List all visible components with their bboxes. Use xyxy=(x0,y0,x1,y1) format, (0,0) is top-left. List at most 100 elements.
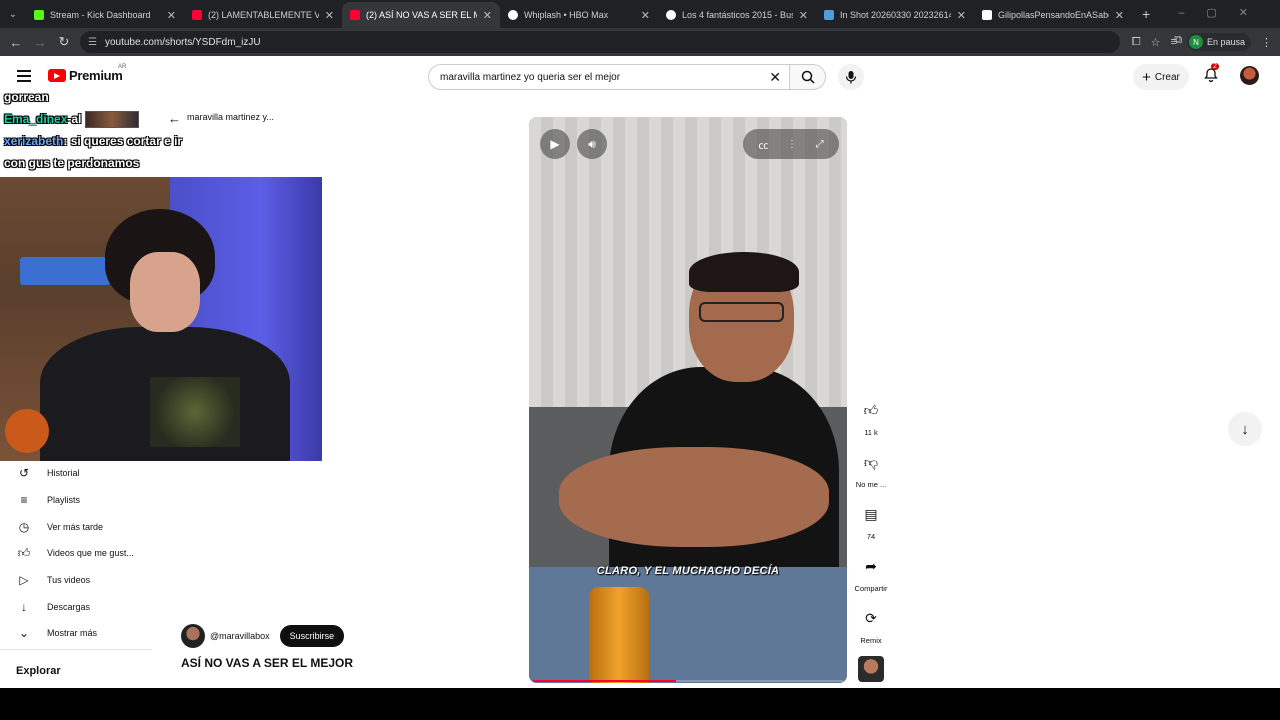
chat-line: xerizabeth: si queres cortar e ir xyxy=(4,134,183,148)
site-info-icon[interactable]: ☰ xyxy=(88,37,97,48)
chat-username: Ema_dinex xyxy=(4,112,68,126)
dislike-button[interactable]: 👎︎ No me ... xyxy=(852,450,890,502)
browser-tab[interactable]: Los 4 fantásticos 2015 - Buscar✕ xyxy=(658,2,816,28)
streamer-webcam-overlay xyxy=(0,177,322,461)
close-tab-icon[interactable]: ✕ xyxy=(799,9,808,22)
chat-username: xerizabeth xyxy=(4,134,64,148)
channel-avatar[interactable] xyxy=(181,624,205,648)
voice-search-button[interactable] xyxy=(838,64,864,90)
comments-button[interactable]: ▤ 74 xyxy=(852,502,890,554)
clock-icon: ◷ xyxy=(18,519,30,534)
back-arrow-icon[interactable]: ← xyxy=(168,111,181,126)
clear-search-icon[interactable]: ✕ xyxy=(769,69,781,86)
create-button[interactable]: + Crear xyxy=(1133,64,1189,90)
short-title[interactable]: ASÍ NO VAS A SER EL MEJOR xyxy=(181,656,353,670)
browser-tab[interactable]: GilipollasPensandoEnASaberQu✕ xyxy=(974,2,1132,28)
new-tab-icon[interactable]: + xyxy=(1142,6,1150,22)
extensions-icon[interactable]: ⧠ xyxy=(1132,36,1141,49)
youtube-play-logo-icon xyxy=(48,69,66,82)
sidebar-item-playlists[interactable]: ≡ Playlists xyxy=(0,487,155,514)
volume-icon: 🔊︎ xyxy=(588,136,596,151)
search-input[interactable]: maravilla martinez yo queria ser el mejo… xyxy=(428,64,790,90)
search-query: maravilla martinez yo queria ser el mejo… xyxy=(440,71,621,83)
chat-emote xyxy=(84,111,139,129)
audio-source-thumbnail[interactable] xyxy=(858,656,884,682)
video-progress-bar[interactable] xyxy=(533,680,843,682)
shorts-video-player[interactable]: ▶ 🔊︎ ㏄ ⋮ ⤢ CLARO, Y EL MUCHACHO DECÍA xyxy=(529,117,847,683)
close-tab-icon[interactable]: ✕ xyxy=(483,9,492,22)
fullscreen-icon[interactable]: ⤢ xyxy=(816,139,824,150)
history-icon: ↺ xyxy=(18,466,30,481)
sidebar-nav: ↺ Historial ≡ Playlists ◷ Ver más tarde 👍︎ V… xyxy=(0,460,155,647)
chat-line: gorrean xyxy=(4,90,49,104)
thumbs-down-icon: 👎︎ xyxy=(863,453,879,470)
remix-label: Remix xyxy=(860,636,882,645)
sidebar-item-videos-que-me-gustan[interactable]: 👍︎ Videos que me gust... xyxy=(0,540,155,567)
youtube-page: Premium AR maravilla martinez yo queria … xyxy=(0,56,1280,688)
sidebar-divider xyxy=(0,649,152,650)
country-code: AR xyxy=(118,64,127,70)
close-tab-icon[interactable]: ✕ xyxy=(957,9,966,22)
browser-tab[interactable]: Whiplash • HBO Max ✕ xyxy=(500,2,658,28)
hamburger-menu-icon[interactable] xyxy=(17,70,31,82)
channel-handle[interactable]: @maravillabox xyxy=(210,631,270,641)
share-button[interactable]: ➦ Compartir xyxy=(852,554,890,606)
subscribe-button[interactable]: Suscribirse xyxy=(279,625,345,647)
browser-tab-active[interactable]: (2) ASÍ NO VAS A SER EL MEJOR✕ xyxy=(342,2,500,28)
image-favicon-icon xyxy=(824,10,834,20)
play-button[interactable]: ▶ xyxy=(540,129,570,159)
like-button[interactable]: 👍︎ 11 k xyxy=(852,398,890,450)
youtube-premium-logo[interactable]: Premium AR xyxy=(48,64,126,83)
captions-icon[interactable]: ㏄ xyxy=(758,137,768,152)
download-icon: ↓ xyxy=(21,599,27,614)
close-tab-icon[interactable]: ✕ xyxy=(1115,9,1124,22)
close-tab-icon[interactable]: ✕ xyxy=(325,9,334,22)
thumbs-up-icon: 👍︎ xyxy=(17,545,31,560)
search-button[interactable] xyxy=(790,64,826,90)
tab-search-chevron-icon[interactable]: ⌄ xyxy=(0,0,26,28)
next-short-button[interactable]: ↓ xyxy=(1228,412,1262,446)
dislike-label: No me ... xyxy=(855,480,887,489)
sidebar-item-ver-mas-tarde[interactable]: ◷ Ver más tarde xyxy=(0,513,155,540)
shorts-action-rail: 👍︎ 11 k 👎︎ No me ... ▤ 74 ➦ Compartir ⟳ Remix xyxy=(852,398,890,658)
thumbs-up-icon: 👍︎ xyxy=(863,401,879,418)
sidebar-item-mostrar-mas[interactable]: ⌄ Mostrar más xyxy=(0,620,155,647)
video-icon: ▷ xyxy=(19,573,29,588)
comment-icon: ▤ xyxy=(864,505,878,522)
bookmarks-icon[interactable]: ☆ xyxy=(1151,36,1161,49)
back-search-title[interactable]: maravilla martinez y... xyxy=(187,112,274,122)
sidebar-item-descargas[interactable]: ↓ Descargas xyxy=(0,593,155,620)
window-controls[interactable]: –▢✕ xyxy=(1178,6,1270,19)
arrow-down-icon: ↓ xyxy=(1241,420,1249,438)
address-bar[interactable]: ☰ youtube.com/shorts/YSDFdm_izJU xyxy=(80,31,1120,53)
more-options-icon[interactable]: ⋮ xyxy=(787,139,797,150)
remix-button[interactable]: ⟳ Remix xyxy=(852,606,890,658)
search-icon xyxy=(801,70,815,84)
reload-icon[interactable]: ↻ xyxy=(52,34,76,50)
close-tab-icon[interactable]: ✕ xyxy=(641,9,650,22)
like-count: 11 k xyxy=(864,428,878,437)
stream-chat-overlay: gorrean Ema_dinex-al xerizabeth: si quer… xyxy=(4,86,182,174)
sidebar-section-explorar: Explorar xyxy=(16,665,61,677)
back-arrow-icon[interactable]: ← xyxy=(4,35,28,50)
profile-chip[interactable]: N En pausa xyxy=(1186,33,1251,51)
browser-tab[interactable]: (2) LAMENTABLEMENTE VIRAD✕ xyxy=(184,2,342,28)
sidebar-item-historial[interactable]: ↺ Historial xyxy=(0,460,155,487)
remix-icon: ⟳ xyxy=(865,609,877,626)
browser-tab[interactable]: In Shot 20260330 202326146 ho✕ xyxy=(816,2,974,28)
hbo-favicon-icon xyxy=(508,10,518,20)
close-tab-icon[interactable]: ✕ xyxy=(167,9,176,22)
account-avatar[interactable] xyxy=(1240,66,1259,85)
media-controls-icon[interactable]: ≡ xyxy=(1171,36,1177,48)
bottom-black-bar xyxy=(0,688,1280,720)
more-menu-icon[interactable]: ⋮ xyxy=(1261,36,1272,49)
microphone-icon xyxy=(845,71,857,84)
browser-tab[interactable]: Stream - Kick Dashboard ✕ xyxy=(26,2,184,28)
player-controls-pill: ㏄ ⋮ ⤢ xyxy=(743,129,839,159)
forward-arrow-icon[interactable]: → xyxy=(28,35,52,50)
sidebar-item-tus-videos[interactable]: ▷ Tus videos xyxy=(0,567,155,594)
browser-toolbar: ← → ↻ ☰ youtube.com/shorts/YSDFdm_izJU ⧉… xyxy=(0,28,1280,56)
chat-line: con gus te perdonamos xyxy=(4,156,140,170)
notifications-button[interactable]: 2 xyxy=(1203,63,1219,83)
volume-button[interactable]: 🔊︎ xyxy=(577,129,607,159)
